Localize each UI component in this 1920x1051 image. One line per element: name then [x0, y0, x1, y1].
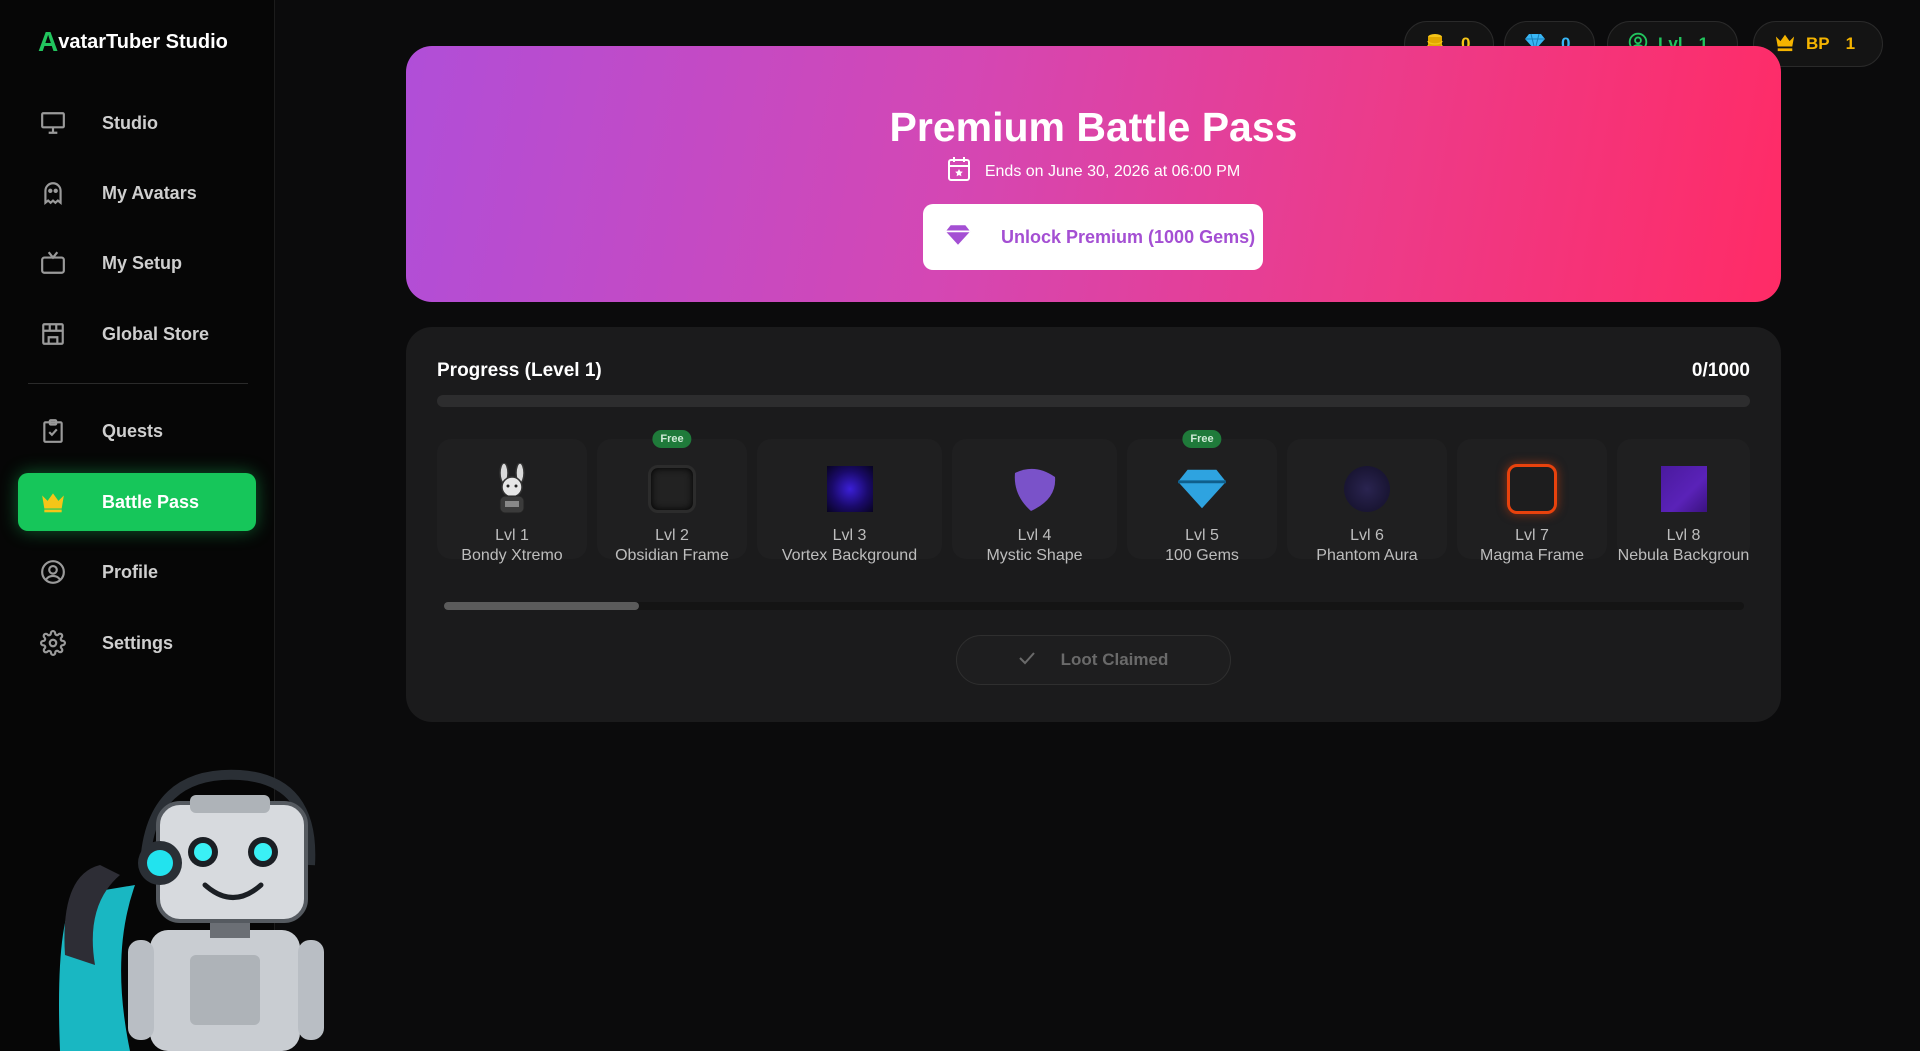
reward-level: Lvl 8 [1666, 527, 1701, 544]
check-icon [1018, 650, 1035, 670]
free-badge: Free [1182, 430, 1222, 448]
tv-icon [38, 248, 68, 278]
unlock-premium-button[interactable]: Unlock Premium (1000 Gems) [923, 204, 1263, 270]
sidebar-item-label: Studio [102, 112, 158, 133]
magma-frame-icon [1507, 464, 1557, 514]
reward-name: Nebula Backgroun [1617, 547, 1750, 564]
rewards-scrollbar-thumb[interactable] [444, 602, 639, 610]
crown-icon [38, 487, 68, 517]
nebula-background-icon [1659, 464, 1709, 514]
bp-value: 1 [1845, 34, 1856, 53]
progress-title: Progress (Level 1) [437, 360, 602, 381]
sidebar-item-settings[interactable]: Settings [18, 614, 256, 672]
reward-tile[interactable]: Free Lvl 2 Obsidian Frame [597, 427, 747, 567]
user-circle-icon [38, 557, 68, 587]
reward-tile[interactable]: Lvl 6 Phantom Aura [1287, 427, 1447, 567]
reward-name: Obsidian Frame [615, 547, 729, 564]
logo-letter: A [38, 26, 59, 57]
progress-count: 0/1000 [1691, 360, 1750, 381]
robot-mascot-illustration [40, 755, 340, 1051]
reward-tile[interactable]: Lvl 1 Bondy Xtremo [437, 427, 587, 567]
clipboard-check-icon [38, 416, 68, 446]
reward-tile[interactable]: Lvl 7 Magma Frame [1457, 427, 1607, 567]
reward-level: Lvl 3 [832, 527, 867, 544]
obsidian-frame-icon [647, 464, 697, 514]
reward-level: Lvl 2 [655, 527, 689, 544]
page-title: Premium Battle Pass [889, 104, 1298, 150]
reward-tile[interactable]: Free Lvl 5 100 Gems [1127, 427, 1277, 567]
phantom-aura-icon [1342, 464, 1392, 514]
rewards-scrollbar[interactable] [444, 602, 1744, 610]
sidebar-item-studio[interactable]: Studio [18, 94, 256, 152]
sidebar-item-my-setup[interactable]: My Setup [18, 234, 256, 292]
reward-level: Lvl 5 [1185, 527, 1219, 544]
progress-bar [437, 395, 1750, 407]
sidebar-divider [28, 383, 248, 384]
sidebar-item-my-avatars[interactable]: My Avatars [18, 164, 256, 222]
logo-text: vatarTuber Studio [58, 30, 228, 53]
reward-name: Phantom Aura [1316, 547, 1418, 564]
battle-pass-hero: Premium Battle Pass Ends on June 30, 202… [406, 46, 1781, 302]
reward-name: Vortex Background [781, 547, 918, 564]
sidebar: A vatarTuber Studio Studio My Avatars My… [0, 0, 324, 1051]
end-date-text: Ends on June 30, 2026 at 06:00 PM [984, 162, 1241, 180]
reward-name: Mystic Shape [986, 547, 1083, 564]
gem-icon [1177, 464, 1227, 514]
monitor-icon [38, 108, 68, 138]
bunny-avatar-icon [487, 463, 537, 514]
vortex-background-icon [825, 464, 875, 514]
reward-tile[interactable]: Lvl 8 Nebula Backgroun [1617, 427, 1750, 567]
sidebar-item-label: Settings [102, 632, 174, 653]
reward-level: Lvl 4 [1017, 527, 1052, 544]
sidebar-item-label: Battle Pass [102, 491, 200, 512]
mystic-shape-icon [1010, 464, 1060, 514]
sidebar-item-label: Quests [102, 420, 164, 441]
reward-tile[interactable]: Lvl 3 Vortex Background [757, 427, 942, 567]
bp-label: BP [1806, 34, 1830, 53]
loot-claimed-label: Loot Claimed [1060, 650, 1169, 669]
calendar-star-icon [947, 156, 971, 187]
store-icon [38, 319, 68, 349]
reward-name: 100 Gems [1165, 547, 1239, 564]
sidebar-item-profile[interactable]: Profile [18, 543, 256, 601]
ghost-icon [38, 178, 68, 208]
loot-claimed-button[interactable]: Loot Claimed [956, 635, 1231, 685]
reward-tile[interactable]: Lvl 4 Mystic Shape [952, 427, 1117, 567]
unlock-premium-label: Unlock Premium (1000 Gems) [1001, 226, 1256, 247]
progress-card: Progress (Level 1) 0/1000 Lvl 1 Bondy Xt… [406, 327, 1781, 722]
gear-icon [38, 628, 68, 658]
free-badge: Free [652, 430, 692, 448]
rewards-track[interactable]: Lvl 1 Bondy Xtremo Free Lvl 2 Obsidian F… [437, 427, 1750, 577]
sidebar-item-label: My Avatars [102, 182, 197, 203]
sidebar-item-quests[interactable]: Quests [18, 402, 256, 460]
reward-level: Lvl 7 [1515, 527, 1549, 544]
crown-icon [1774, 32, 1796, 57]
sidebar-item-global-store[interactable]: Global Store [18, 305, 256, 363]
end-date: Ends on June 30, 2026 at 06:00 PM [406, 156, 1781, 187]
app-logo[interactable]: A vatarTuber Studio [38, 28, 228, 56]
reward-name: Bondy Xtremo [461, 547, 563, 564]
sidebar-item-label: Profile [102, 561, 159, 582]
reward-level: Lvl 6 [1350, 527, 1384, 544]
reward-name: Magma Frame [1479, 547, 1585, 564]
reward-level: Lvl 1 [495, 527, 529, 544]
gem-icon [945, 224, 971, 251]
sidebar-item-label: Global Store [102, 323, 210, 344]
sidebar-item-label: My Setup [102, 252, 183, 273]
sidebar-item-battle-pass[interactable]: Battle Pass [18, 473, 256, 531]
